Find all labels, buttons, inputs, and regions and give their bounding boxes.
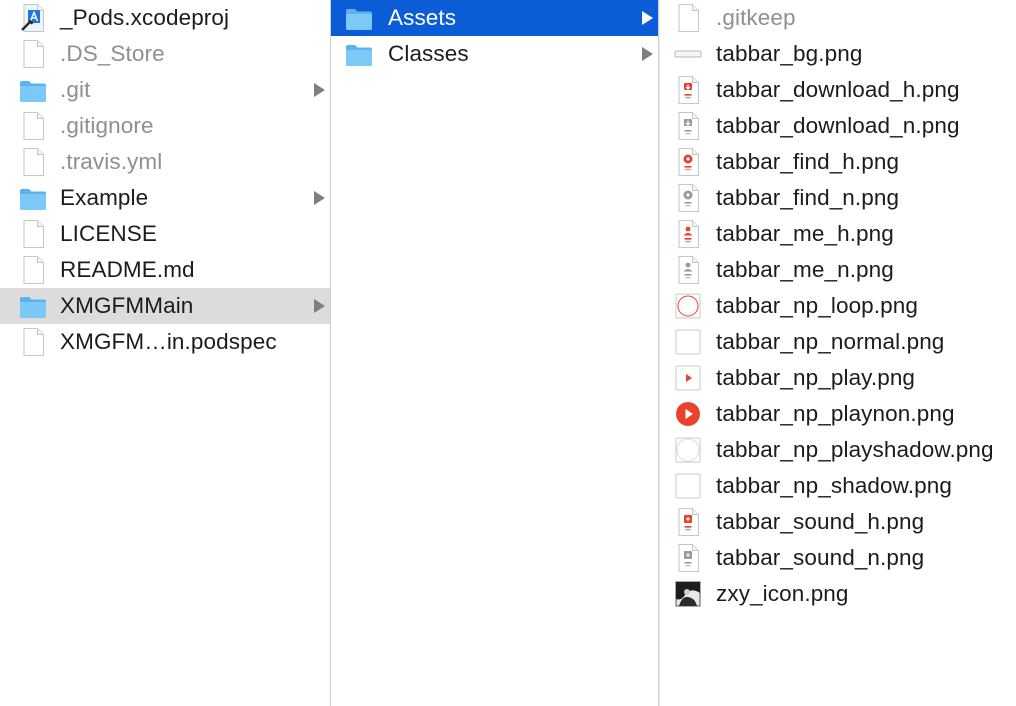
image-me-gray-icon [673,255,703,285]
file-icon [18,219,48,249]
image-sound-red-icon [673,507,703,537]
item-label: LICENSE [60,221,157,246]
item-label: tabbar_find_h.png [716,149,900,174]
item-label: tabbar_me_h.png [716,221,894,246]
image-find-gray-icon [673,183,703,213]
item-label: tabbar_sound_n.png [716,545,925,570]
file-row[interactable]: tabbar_download_n.png [660,108,1016,144]
file-icon [18,39,48,69]
item-label: tabbar_me_n.png [716,257,894,282]
folder-icon [18,291,48,321]
item-label: tabbar_np_playnon.png [716,401,955,426]
file-row[interactable]: .gitignore [0,108,330,144]
file-row[interactable]: tabbar_np_play.png [660,360,1016,396]
folder-row[interactable]: Example [0,180,330,216]
item-label: zxy_icon.png [716,581,849,606]
item-label: tabbar_sound_h.png [716,509,925,534]
item-label: Example [60,185,149,210]
image-play-icon [673,363,703,393]
item-label: .git [60,77,91,102]
disclosure-arrow-icon[interactable] [642,11,653,25]
column-1[interactable]: _Pods.xcodeproj .DS_Store .git .gitignore .t… [0,0,330,706]
file-icon [18,111,48,141]
image-download-red-icon [673,75,703,105]
item-label: tabbar_bg.png [716,41,863,66]
file-row[interactable]: tabbar_me_h.png [660,216,1016,252]
item-label: tabbar_download_h.png [716,77,960,102]
item-label: Classes [388,41,469,66]
file-row[interactable]: tabbar_np_playnon.png [660,396,1016,432]
image-bar-thumbnail-icon [673,39,703,69]
image-sound-gray-icon [673,543,703,573]
image-find-red-icon [673,147,703,177]
folder-row[interactable]: XMGFMMain [0,288,330,324]
image-playnon-icon [673,399,703,429]
item-label: XMGFMMain [60,293,194,318]
xcodeproj-icon [18,3,48,33]
folder-row[interactable]: .git [0,72,330,108]
file-row[interactable]: tabbar_np_loop.png [660,288,1016,324]
file-icon [18,327,48,357]
file-row[interactable]: tabbar_find_h.png [660,144,1016,180]
file-row[interactable]: XMGFM…in.podspec [0,324,330,360]
item-label: tabbar_np_playshadow.png [716,437,994,462]
disclosure-arrow-icon[interactable] [314,299,325,313]
file-row[interactable]: .DS_Store [0,36,330,72]
file-row[interactable]: tabbar_np_normal.png [660,324,1016,360]
folder-row[interactable]: Assets [331,0,658,36]
image-photo-icon [673,579,703,609]
item-label: .gitkeep [716,5,796,30]
folder-icon [344,39,374,69]
item-label: Assets [388,5,457,30]
column-2[interactable]: Assets Classes [331,0,658,706]
file-row[interactable]: tabbar_sound_n.png [660,540,1016,576]
image-me-red-icon [673,219,703,249]
item-label: tabbar_np_normal.png [716,329,945,354]
folder-icon [18,183,48,213]
file-icon [18,255,48,285]
column-3[interactable]: .gitkeep tabbar_bg.png tabbar_download_h.p… [660,0,1016,706]
item-label: .travis.yml [60,149,163,174]
item-label: XMGFM…in.podspec [60,329,277,354]
file-icon [18,147,48,177]
file-row[interactable]: .travis.yml [0,144,330,180]
file-icon [673,3,703,33]
image-loop-icon [673,291,703,321]
file-row[interactable]: tabbar_find_n.png [660,180,1016,216]
file-row[interactable]: tabbar_np_playshadow.png [660,432,1016,468]
folder-row[interactable]: Classes [331,36,658,72]
item-label: tabbar_np_play.png [716,365,916,390]
item-label: tabbar_find_n.png [716,185,900,210]
file-row[interactable]: zxy_icon.png [660,576,1016,612]
item-label: .DS_Store [60,41,165,66]
folder-icon [18,75,48,105]
disclosure-arrow-icon[interactable] [642,47,653,61]
item-label: _Pods.xcodeproj [60,5,230,30]
item-label: tabbar_np_shadow.png [716,473,952,498]
folder-icon [344,3,374,33]
image-normal-icon [673,327,703,357]
file-row[interactable]: _Pods.xcodeproj [0,0,330,36]
file-row[interactable]: tabbar_download_h.png [660,72,1016,108]
disclosure-arrow-icon[interactable] [314,191,325,205]
file-row[interactable]: tabbar_me_n.png [660,252,1016,288]
file-row[interactable]: tabbar_np_shadow.png [660,468,1016,504]
file-row[interactable]: tabbar_bg.png [660,36,1016,72]
image-playshadow-icon [673,435,703,465]
file-row[interactable]: .gitkeep [660,0,1016,36]
file-row[interactable]: README.md [0,252,330,288]
image-download-gray-icon [673,111,703,141]
image-shadow-icon [673,471,703,501]
item-label: README.md [60,257,195,282]
file-row[interactable]: LICENSE [0,216,330,252]
item-label: tabbar_download_n.png [716,113,960,138]
file-row[interactable]: tabbar_sound_h.png [660,504,1016,540]
item-label: .gitignore [60,113,154,138]
disclosure-arrow-icon[interactable] [314,83,325,97]
finder-column-browser: _Pods.xcodeproj .DS_Store .git .gitignore .t… [0,0,1016,706]
item-label: tabbar_np_loop.png [716,293,918,318]
